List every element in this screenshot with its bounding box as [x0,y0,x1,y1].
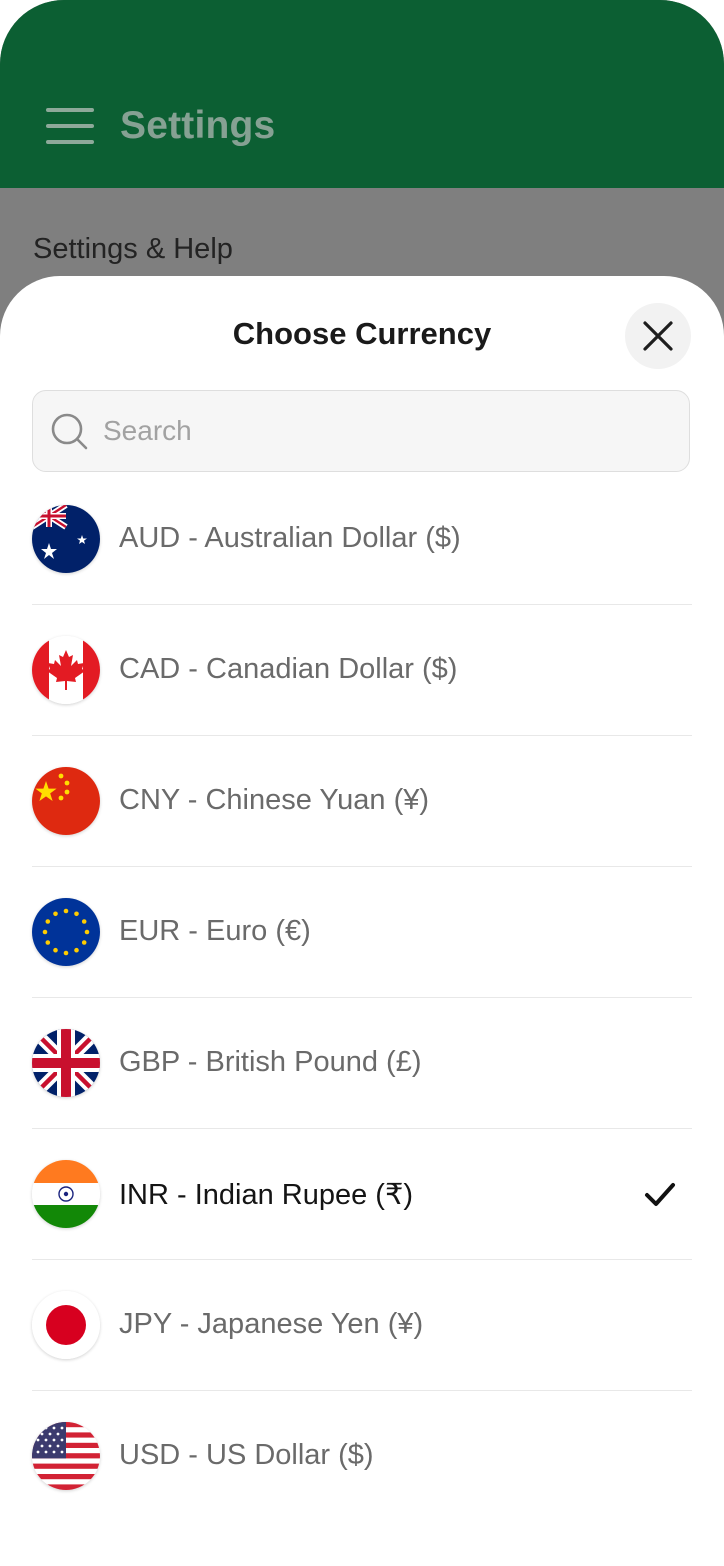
australia-flag-icon [32,505,100,573]
china-flag-icon [32,767,100,835]
currency-label: CNY - Chinese Yuan (¥) [119,784,430,816]
uk-flag-icon [32,1029,100,1097]
currency-row-aud[interactable]: AUD - Australian Dollar ($) [32,474,692,605]
canada-flag-icon [32,636,100,704]
currency-label: EUR - Euro (€) [119,915,311,947]
eu-flag-icon [32,898,100,966]
app-screen: Settings Settings & Help Choose Currency [0,0,724,1566]
currency-row-cad[interactable]: CAD - Canadian Dollar ($) [32,605,692,736]
app-bar: Settings [0,0,724,188]
currency-label: GBP - British Pound (£) [119,1046,422,1078]
currency-label: JPY - Japanese Yen (¥) [119,1308,424,1340]
search-icon [51,413,88,450]
japan-flag-icon [32,1291,100,1359]
hamburger-menu-icon[interactable] [46,108,94,144]
page-title: Settings [120,104,276,147]
us-flag-icon [32,1422,100,1490]
currency-label: AUD - Australian Dollar ($) [119,522,461,554]
currency-label: INR - Indian Rupee (₹) [119,1179,414,1211]
close-button[interactable] [625,303,691,369]
currency-row-gbp[interactable]: GBP - British Pound (£) [32,998,692,1129]
checkmark-icon [645,1183,675,1206]
search-input[interactable] [103,391,663,471]
sheet-title: Choose Currency [232,316,492,351]
close-icon [643,321,673,351]
currency-row-inr[interactable]: INR - Indian Rupee (₹) [32,1129,692,1260]
currency-label: CAD - Canadian Dollar ($) [119,653,458,685]
currency-row-usd[interactable]: USD - US Dollar ($) [32,1391,692,1521]
search-box[interactable] [32,390,690,472]
currency-list: AUD - Australian Dollar ($) CAD - Canadi… [32,474,692,1521]
currency-row-jpy[interactable]: JPY - Japanese Yen (¥) [32,1260,692,1391]
currency-row-cny[interactable]: CNY - Chinese Yuan (¥) [32,736,692,867]
section-heading-settings-help: Settings & Help [33,233,233,265]
currency-bottom-sheet: Choose Currency Search AUD - Australian … [0,276,724,1566]
currency-label: USD - US Dollar ($) [119,1439,374,1471]
currency-row-eur[interactable]: EUR - Euro (€) [32,867,692,998]
india-flag-icon [32,1160,100,1228]
